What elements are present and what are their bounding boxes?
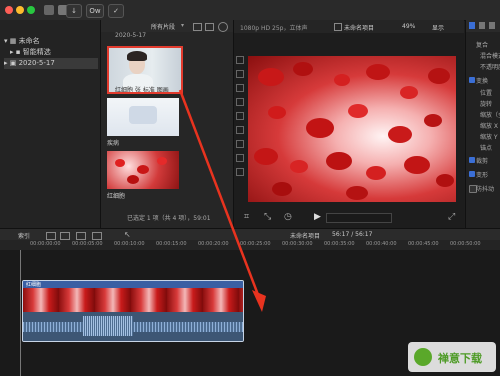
watermark-logo-icon xyxy=(414,348,432,366)
annotation-arrow xyxy=(178,89,266,312)
watermark: 禅意下载 xyxy=(408,342,496,372)
watermark-text: 禅意下载 xyxy=(438,352,482,365)
